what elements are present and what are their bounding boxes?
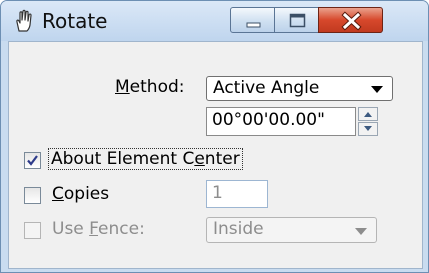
- copies-checkbox[interactable]: [24, 187, 41, 204]
- fence-mode-dropdown[interactable]: Inside: [206, 217, 377, 243]
- maximize-button[interactable]: [274, 7, 319, 33]
- method-label: Method:: [115, 77, 185, 97]
- maximize-icon: [289, 13, 306, 28]
- chevron-down-icon: [371, 86, 383, 93]
- use-fence-label: Use Fence:: [52, 219, 145, 239]
- angle-spinner[interactable]: [358, 107, 378, 136]
- method-value: Active Angle: [213, 78, 320, 98]
- title-bar[interactable]: Rotate: [1, 1, 428, 41]
- fence-mode-value: Inside: [213, 219, 264, 239]
- rotate-hand-icon: [13, 9, 35, 33]
- rotate-dialog: Rotate Method: Active Angle 00°00'00.00"…: [0, 0, 429, 273]
- close-icon: [341, 11, 362, 31]
- method-dropdown[interactable]: Active Angle: [206, 76, 393, 101]
- copies-input[interactable]: 1: [206, 180, 268, 208]
- spin-arrows-icon: [358, 107, 378, 136]
- about-center-checkbox[interactable]: [24, 152, 41, 169]
- minimize-button[interactable]: [230, 7, 275, 33]
- about-center-label[interactable]: About Element Center: [48, 148, 243, 170]
- checkmark-icon: [27, 155, 38, 166]
- copies-label[interactable]: Copies: [52, 184, 109, 204]
- dialog-body: Method: Active Angle 00°00'00.00" About …: [8, 41, 423, 269]
- close-button[interactable]: [318, 7, 383, 33]
- use-fence-checkbox[interactable]: [24, 222, 41, 239]
- angle-value: 00°00'00.00": [212, 110, 325, 130]
- angle-input[interactable]: 00°00'00.00": [206, 107, 356, 136]
- copies-value: 1: [212, 183, 223, 203]
- window-title: Rotate: [42, 9, 108, 33]
- minimize-icon: [246, 22, 261, 28]
- chevron-down-icon: [355, 228, 367, 235]
